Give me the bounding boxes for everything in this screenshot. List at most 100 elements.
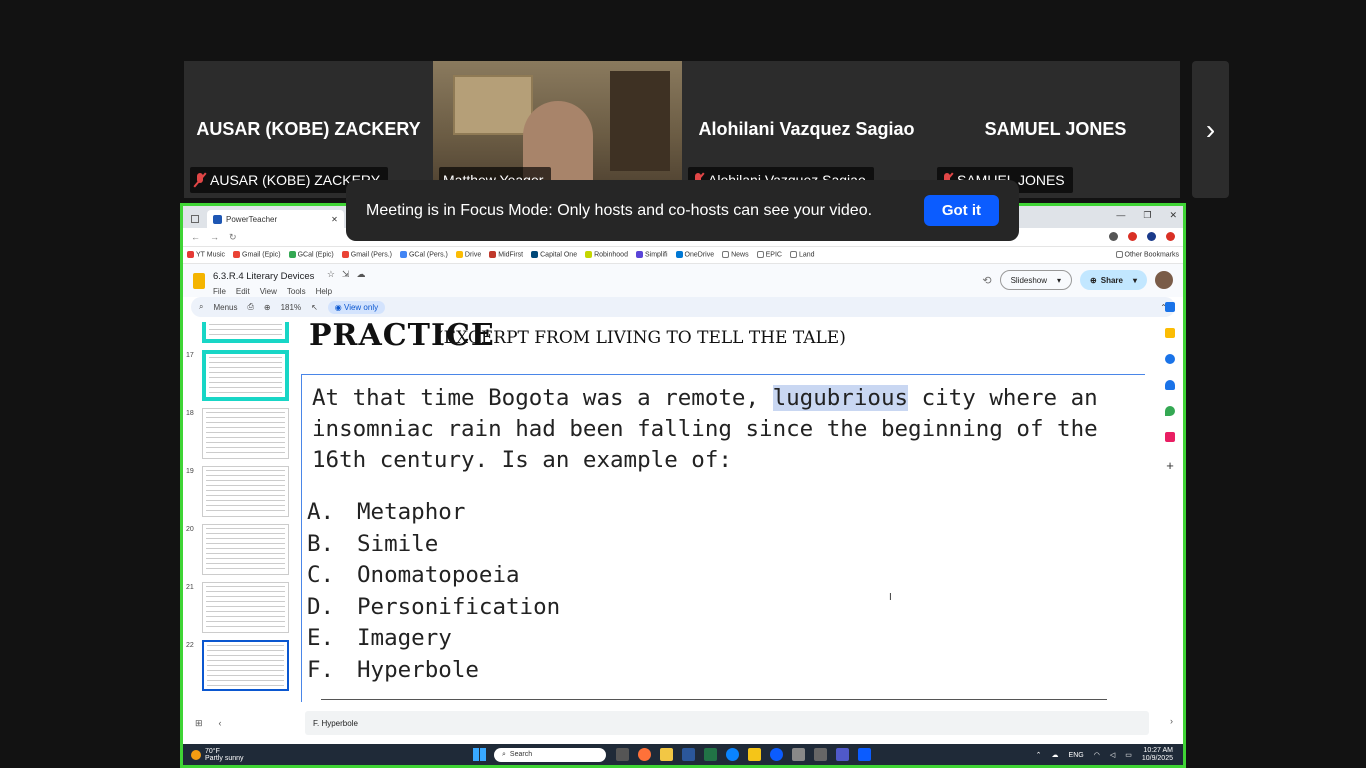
- slide-thumbnail[interactable]: [202, 524, 289, 575]
- slide-thumbnail[interactable]: [202, 322, 289, 343]
- zoom-icon[interactable]: ⊕: [264, 303, 271, 312]
- close-icon[interactable]: ✕: [331, 215, 338, 224]
- participant-tile[interactable]: AUSAR (KOBE) ZACKERY AUSAR (KOBE) ZACKER…: [184, 61, 433, 198]
- slideshow-button[interactable]: Slideshow ▾: [999, 270, 1073, 290]
- thumbnail-item[interactable]: 22: [186, 640, 291, 691]
- cloud-icon[interactable]: ☁: [1052, 751, 1059, 759]
- thumbnail-item[interactable]: 21: [186, 582, 291, 633]
- edge-icon[interactable]: [726, 748, 739, 761]
- keep-icon[interactable]: [1165, 328, 1175, 338]
- menus-search[interactable]: Menus: [213, 303, 237, 312]
- bookmark-item[interactable]: Drive: [455, 251, 481, 259]
- menu-tools[interactable]: Tools: [287, 287, 306, 296]
- close-window-icon[interactable]: ✕: [1169, 210, 1177, 221]
- search-icon[interactable]: ⌕: [199, 302, 203, 312]
- back-icon[interactable]: ←: [191, 232, 200, 242]
- wifi-icon[interactable]: ◠: [1094, 751, 1100, 759]
- addon-icon[interactable]: [1165, 432, 1175, 442]
- other-bookmarks[interactable]: Other Bookmarks: [1115, 251, 1179, 259]
- participant-tile-active-speaker[interactable]: Matthew Yeager: [433, 61, 682, 198]
- excel-icon[interactable]: [704, 748, 717, 761]
- bookmark-item[interactable]: GCal (Pers.): [399, 251, 448, 259]
- extension-icon[interactable]: [1166, 232, 1175, 241]
- view-only-badge[interactable]: ◉ View only: [327, 300, 386, 314]
- thumbnail-item[interactable]: [186, 322, 291, 343]
- slide-thumbnail[interactable]: [202, 466, 289, 517]
- thumbnail-item[interactable]: 20: [186, 524, 291, 575]
- chevron-left-icon[interactable]: ‹: [219, 718, 222, 729]
- taskbar-search[interactable]: ⌕ Search: [494, 747, 606, 762]
- star-icon[interactable]: ☆: [327, 269, 335, 280]
- zoom-level[interactable]: 181%: [281, 303, 301, 312]
- chevron-down-icon[interactable]: ▾: [1133, 276, 1137, 285]
- bookmark-item[interactable]: Gmail (Epic): [233, 251, 281, 259]
- zoom-icon[interactable]: [770, 748, 783, 761]
- zoom-app-icon[interactable]: [858, 748, 871, 761]
- task-view-icon[interactable]: [616, 748, 629, 761]
- bookmark-item[interactable]: Land: [789, 251, 815, 259]
- bookmark-item[interactable]: Robinhood: [585, 251, 628, 259]
- bookmark-item[interactable]: EPIC: [756, 251, 782, 259]
- thumbnail-item[interactable]: 17: [186, 350, 291, 401]
- menu-file[interactable]: File: [213, 287, 226, 296]
- move-icon[interactable]: ⇲: [342, 269, 350, 280]
- menu-view[interactable]: View: [260, 287, 277, 296]
- participant-tile[interactable]: Alohilani Vazquez Sagiao Alohilani Vazqu…: [682, 61, 931, 198]
- document-title[interactable]: 6.3.R.4 Literary Devices: [213, 271, 314, 282]
- clock[interactable]: 10:27 AM 10/9/2025: [1142, 747, 1173, 763]
- sticky-notes-icon[interactable]: [748, 748, 761, 761]
- thumbnail-item[interactable]: 19: [186, 466, 291, 517]
- slides-logo-icon[interactable]: [193, 272, 205, 289]
- chevron-right-icon[interactable]: ›: [1170, 716, 1173, 726]
- speaker-notes[interactable]: F. Hyperbole: [305, 711, 1149, 735]
- bookmark-item[interactable]: Capital One: [531, 251, 577, 259]
- maximize-icon[interactable]: ❐: [1143, 210, 1151, 221]
- reload-icon[interactable]: ↻: [229, 232, 237, 243]
- print-icon[interactable]: ⎙: [248, 302, 254, 312]
- grid-view-icon[interactable]: ⊞: [195, 718, 203, 729]
- teams-icon[interactable]: [836, 748, 849, 761]
- select-cursor-icon[interactable]: ↖: [311, 303, 318, 312]
- participant-tile[interactable]: SAMUEL JONES SAMUEL JONES: [931, 61, 1180, 198]
- add-icon[interactable]: +: [1166, 458, 1174, 473]
- slide-text-box[interactable]: At that time Bogota was a remote, lugubr…: [301, 374, 1145, 702]
- slide-thumbnail[interactable]: [202, 582, 289, 633]
- slide-thumbnail-selected[interactable]: [202, 640, 289, 691]
- thumbnail-item[interactable]: 18: [186, 408, 291, 459]
- cloud-icon[interactable]: ☁: [356, 269, 365, 280]
- word-icon[interactable]: [682, 748, 695, 761]
- bookmark-item[interactable]: YT Music: [187, 251, 225, 259]
- weather-widget[interactable]: 70°F Partly sunny: [183, 748, 473, 762]
- calculator-icon[interactable]: [792, 748, 805, 761]
- menu-edit[interactable]: Edit: [236, 287, 250, 296]
- chevron-down-icon[interactable]: ▾: [1057, 276, 1061, 285]
- extension-icon[interactable]: [1147, 232, 1156, 241]
- language-indicator[interactable]: ENG: [1069, 752, 1084, 759]
- extension-icon[interactable]: [1109, 232, 1118, 241]
- share-button[interactable]: ⊕ Share ▾: [1080, 270, 1147, 290]
- calendar-icon[interactable]: [1165, 302, 1175, 312]
- bookmark-item[interactable]: Simplifi: [635, 251, 668, 259]
- got-it-button[interactable]: Got it: [923, 195, 999, 226]
- file-explorer-icon[interactable]: [660, 748, 673, 761]
- bookmark-item[interactable]: OneDrive: [675, 251, 714, 259]
- history-icon[interactable]: ⟲: [982, 274, 991, 287]
- windows-start-icon[interactable]: [473, 748, 486, 761]
- forward-icon[interactable]: →: [210, 232, 219, 242]
- settings-icon[interactable]: [814, 748, 827, 761]
- bookmark-item[interactable]: Gmail (Pers.): [341, 251, 392, 259]
- tab-overview-icon[interactable]: [191, 215, 199, 223]
- contacts-icon[interactable]: [1165, 380, 1175, 390]
- tasks-icon[interactable]: [1165, 354, 1175, 364]
- extension-icon[interactable]: [1128, 232, 1137, 241]
- slide-thumbnail[interactable]: [202, 408, 289, 459]
- slide-thumbnail[interactable]: [202, 350, 289, 401]
- volume-icon[interactable]: ◁: [1110, 751, 1115, 759]
- avatar[interactable]: [1155, 271, 1173, 289]
- maps-icon[interactable]: [1165, 406, 1175, 416]
- bookmark-item[interactable]: MidFirst: [489, 251, 523, 259]
- firefox-icon[interactable]: [638, 748, 651, 761]
- minimize-icon[interactable]: —: [1116, 210, 1125, 221]
- bookmark-item[interactable]: News: [722, 251, 749, 259]
- menu-help[interactable]: Help: [316, 287, 332, 296]
